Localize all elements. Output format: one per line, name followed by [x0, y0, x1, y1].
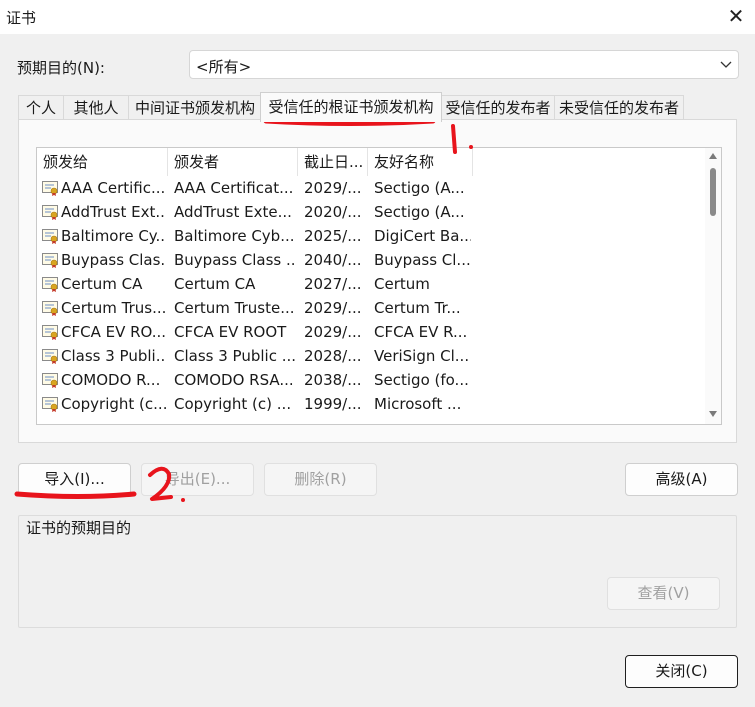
cell-friendly: Certum	[374, 275, 430, 293]
scrollbar-thumb[interactable]	[710, 168, 716, 216]
window-title: 证书	[6, 9, 37, 27]
cell-issued-by: AddTrust Exte...	[174, 203, 292, 221]
certificate-icon	[42, 205, 58, 220]
cell-issued-to: COMODO R...	[61, 371, 161, 389]
cell-issued-by: AAA Certificat...	[174, 179, 294, 197]
cell-issued-by: Copyright (c) ...	[174, 395, 292, 413]
table-row[interactable]: Buypass Clas... Buypass Class ... 2040/...…	[37, 248, 705, 272]
cell-expires: 2038/...	[304, 371, 362, 389]
certificate-icon	[42, 349, 58, 364]
certificate-icon	[42, 301, 58, 316]
cell-friendly: DigiCert Ba...	[374, 227, 471, 245]
cell-friendly: Sectigo (fo...	[374, 371, 469, 389]
vertical-scrollbar[interactable]	[705, 148, 721, 424]
cell-expires: 1999/...	[304, 395, 362, 413]
column-header-expiration[interactable]: 截止日...	[298, 148, 368, 176]
intended-purpose-label: 预期目的(N):	[17, 59, 105, 77]
table-row[interactable]: Certum Trus... Certum Truste... 2029/... Ce…	[37, 296, 705, 320]
list-header: 颁发给 颁发者 截止日... 友好名称	[37, 148, 707, 176]
cell-expires: 2029/...	[304, 299, 362, 317]
scroll-up-icon[interactable]	[708, 152, 718, 160]
advanced-button[interactable]: 高级(A)	[625, 463, 738, 496]
intended-purpose-value: <所有>	[196, 58, 252, 76]
cell-issued-to: Certum Trus...	[61, 299, 166, 317]
cell-issued-by: Class 3 Public ...	[174, 347, 296, 365]
cell-expires: 2029/...	[304, 179, 362, 197]
tab-personal[interactable]: 个人	[18, 95, 64, 121]
cell-issued-to: Class 3 Publi...	[61, 347, 166, 365]
table-row[interactable]: Copyright (c... Copyright (c) ... 1999/...…	[37, 392, 705, 416]
tab-untrusted-publishers[interactable]: 未受信任的发布者	[554, 95, 684, 121]
cell-issued-to: AddTrust Ext...	[61, 203, 166, 221]
cell-friendly: VeriSign Cl...	[374, 347, 470, 365]
cell-issued-by: Certum Truste...	[174, 299, 295, 317]
cell-issued-to: Buypass Clas...	[61, 251, 166, 269]
title-bar: 证书 ✕	[0, 0, 755, 34]
cell-expires: 2040/...	[304, 251, 362, 269]
cell-friendly: Sectigo (A...	[374, 203, 465, 221]
cell-issued-to: CFCA EV RO...	[61, 323, 166, 341]
certificate-icon	[42, 325, 58, 340]
tab-intermediate-ca[interactable]: 中间证书颁发机构	[128, 95, 262, 121]
remove-button[interactable]: 删除(R)	[264, 463, 377, 496]
cell-expires: 2027/...	[304, 275, 362, 293]
cell-expires: 2025/...	[304, 227, 362, 245]
table-row[interactable]: Certum CA Certum CA 2027/... Certum	[37, 272, 705, 296]
table-row[interactable]: COMODO R... COMODO RSA... 2038/... Sectigo …	[37, 368, 705, 392]
certificate-store-tabs: 个人 其他人 中间证书颁发机构 受信任的根证书颁发机构 受信任的发布者 未受信任…	[18, 92, 718, 122]
export-button[interactable]: 导出(E)...	[141, 463, 254, 496]
annotation-dot-two	[181, 498, 185, 502]
cell-issued-by: Certum CA	[174, 275, 256, 293]
cell-issued-by: Baltimore Cyb...	[174, 227, 295, 245]
cell-friendly: Sectigo (A...	[374, 179, 465, 197]
certificate-icon	[42, 277, 58, 292]
tab-panel: 颁发给 颁发者 截止日... 友好名称 AAA Certific... AAA C…	[18, 119, 737, 443]
chevron-down-icon	[720, 61, 732, 68]
certificate-icon	[42, 181, 58, 196]
cell-friendly: Certum Tr...	[374, 299, 461, 317]
tab-trusted-root-ca[interactable]: 受信任的根证书颁发机构	[260, 92, 442, 122]
column-header-issued-by[interactable]: 颁发者	[168, 148, 298, 176]
cell-issued-by: Buypass Class ...	[174, 251, 296, 269]
table-row[interactable]: AddTrust Ext... AddTrust Exte... 2020/... S…	[37, 200, 705, 224]
cell-friendly: CFCA EV R...	[374, 323, 468, 341]
scroll-down-icon[interactable]	[708, 410, 718, 418]
table-row[interactable]: Baltimore Cy... Baltimore Cyb... 2025/... D…	[37, 224, 705, 248]
certificate-list[interactable]: 颁发给 颁发者 截止日... 友好名称 AAA Certific... AAA C…	[36, 147, 722, 425]
list-rows: AAA Certific... AAA Certificat... 2029/...…	[37, 176, 705, 416]
table-row[interactable]: CFCA EV RO... CFCA EV ROOT 2029/... CFCA EV…	[37, 320, 705, 344]
table-row[interactable]: AAA Certific... AAA Certificat... 2029/...…	[37, 176, 705, 200]
intended-purpose-dropdown[interactable]: <所有>	[189, 50, 739, 79]
tab-other-people[interactable]: 其他人	[63, 95, 129, 121]
table-row[interactable]: Class 3 Publi... Class 3 Public ... 2028/.…	[37, 344, 705, 368]
certificate-icon	[42, 397, 58, 412]
certificate-icon	[42, 229, 58, 244]
import-button[interactable]: 导入(I)...	[18, 463, 131, 496]
cell-issued-to: AAA Certific...	[61, 179, 166, 197]
tab-trusted-publishers[interactable]: 受信任的发布者	[441, 95, 555, 121]
cell-issued-to: Copyright (c...	[61, 395, 166, 413]
close-button[interactable]: 关闭(C)	[625, 655, 738, 688]
cell-expires: 2020/...	[304, 203, 362, 221]
cell-issued-by: CFCA EV ROOT	[174, 323, 287, 341]
cell-expires: 2028/...	[304, 347, 362, 365]
view-button[interactable]: 查看(V)	[607, 577, 720, 610]
certificate-purposes-title: 证书的预期目的	[26, 517, 134, 538]
cell-issued-to: Baltimore Cy...	[61, 227, 166, 245]
column-header-issued-to[interactable]: 颁发给	[37, 148, 168, 176]
certificate-icon	[42, 253, 58, 268]
cell-friendly: Microsoft ...	[374, 395, 462, 413]
certificate-icon	[42, 373, 58, 388]
column-header-friendly-name[interactable]: 友好名称	[368, 148, 473, 176]
cell-issued-by: COMODO RSA...	[174, 371, 294, 389]
cell-expires: 2029/...	[304, 323, 362, 341]
close-window-icon[interactable]: ✕	[722, 2, 750, 30]
cell-friendly: Buypass Cl...	[374, 251, 471, 269]
cell-issued-to: Certum CA	[61, 275, 143, 293]
